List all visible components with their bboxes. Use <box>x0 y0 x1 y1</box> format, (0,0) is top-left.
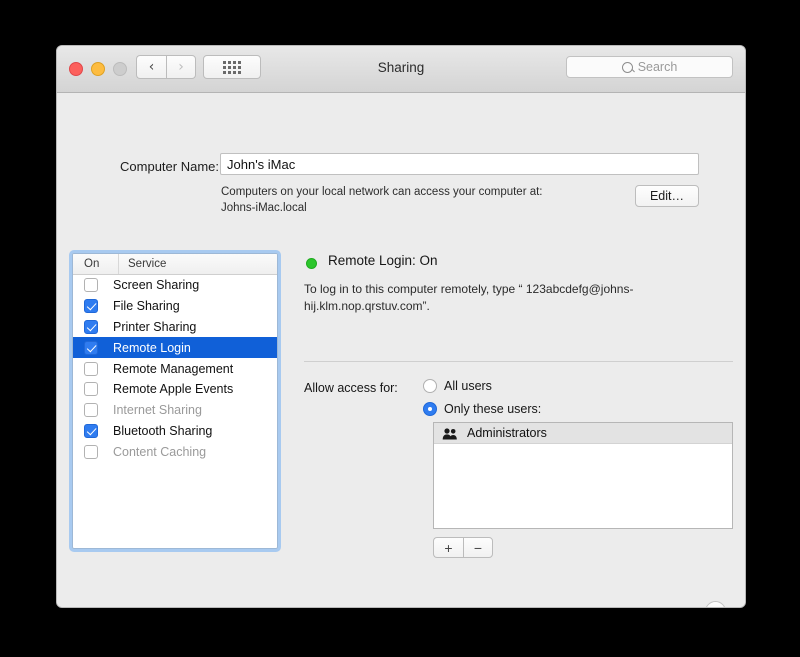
service-checkbox[interactable] <box>84 403 98 417</box>
back-button[interactable]: ‹ <box>136 55 166 79</box>
service-row[interactable]: Printer Sharing <box>73 317 277 338</box>
allow-access-label: Allow access for: <box>304 381 398 395</box>
service-row-label: Remote Apple Events <box>113 382 233 396</box>
radio-all-users-icon <box>423 379 437 393</box>
service-status-text: Remote Login: On <box>328 253 438 268</box>
service-row-label: Remote Management <box>113 362 233 376</box>
users-add-remove-buttons: + − <box>433 537 493 558</box>
service-checkbox[interactable] <box>84 362 98 376</box>
search-field[interactable]: Search <box>566 56 733 78</box>
remove-user-button[interactable]: − <box>463 537 493 558</box>
status-indicator-icon <box>306 258 317 269</box>
help-button[interactable]: ? <box>705 601 726 608</box>
radio-all-users-label: All users <box>444 379 492 393</box>
service-row-label: File Sharing <box>113 299 180 313</box>
service-row[interactable]: Internet Sharing <box>73 400 277 421</box>
service-checkbox[interactable] <box>84 424 98 438</box>
service-row[interactable]: Bluetooth Sharing <box>73 421 277 442</box>
radio-only-these-users-label: Only these users: <box>444 402 541 416</box>
service-description: To log in to this computer remotely, typ… <box>304 281 676 315</box>
search-icon <box>622 62 633 73</box>
service-checkbox[interactable] <box>84 445 98 459</box>
computer-name-label: Computer Name: <box>99 159 219 174</box>
minimize-button-icon[interactable] <box>91 62 105 76</box>
edit-button[interactable]: Edit… <box>635 185 699 207</box>
computer-name-note-line1: Computers on your local network can acce… <box>221 184 641 200</box>
service-checkbox[interactable] <box>84 299 98 313</box>
window-titlebar: ‹ › Sharing Search <box>57 46 745 93</box>
computer-name-note: Computers on your local network can acce… <box>221 184 641 216</box>
user-list-item-label: Administrators <box>467 426 547 440</box>
service-row[interactable]: Remote Management <box>73 358 277 379</box>
radio-only-these-users-icon <box>423 402 437 416</box>
add-user-button[interactable]: + <box>433 537 463 558</box>
preferences-body: Computer Name: Computers on your local n… <box>57 93 745 607</box>
service-row-label: Bluetooth Sharing <box>113 424 212 438</box>
search-placeholder: Search <box>638 60 678 74</box>
chevron-right-icon: › <box>178 60 184 74</box>
show-all-preferences-button[interactable] <box>203 55 261 79</box>
service-row[interactable]: File Sharing <box>73 296 277 317</box>
user-list-item[interactable]: Administrators <box>434 423 732 444</box>
grid-icon <box>223 61 241 74</box>
service-row-label: Printer Sharing <box>113 320 196 334</box>
section-divider <box>304 361 733 362</box>
service-checkbox[interactable] <box>84 278 98 292</box>
service-list-focus-ring: On Service Screen Sharing File Sharing Pri… <box>69 250 281 552</box>
service-row-label: Internet Sharing <box>113 403 202 417</box>
chevron-left-icon: ‹ <box>149 60 155 74</box>
service-checkbox[interactable] <box>84 341 98 355</box>
service-row[interactable]: Remote Login <box>73 337 277 358</box>
service-row-label: Content Caching <box>113 445 206 459</box>
column-header-service: Service <box>119 254 166 274</box>
service-row[interactable]: Remote Apple Events <box>73 379 277 400</box>
column-header-on: On <box>73 254 119 274</box>
close-button-icon[interactable] <box>69 62 83 76</box>
service-list-header: On Service <box>73 254 277 275</box>
service-checkbox[interactable] <box>84 320 98 334</box>
radio-only-these-users[interactable]: Only these users: <box>423 402 541 416</box>
preferences-window: ‹ › Sharing Search Computer Name: Comput… <box>56 45 746 608</box>
service-row[interactable]: Screen Sharing <box>73 275 277 296</box>
radio-all-users[interactable]: All users <box>423 379 492 393</box>
service-row-label: Remote Login <box>113 341 191 355</box>
traffic-lights <box>69 62 127 76</box>
user-rows: Administrators <box>434 423 732 444</box>
zoom-button-icon[interactable] <box>113 62 127 76</box>
forward-button[interactable]: › <box>166 55 196 79</box>
service-row[interactable]: Content Caching <box>73 441 277 462</box>
computer-name-note-line2: Johns-iMac.local <box>221 200 641 216</box>
computer-name-input[interactable] <box>220 153 699 175</box>
service-list[interactable]: On Service Screen Sharing File Sharing Pri… <box>72 253 278 549</box>
group-icon <box>442 427 458 440</box>
navigation-buttons: ‹ › <box>136 55 196 79</box>
service-checkbox[interactable] <box>84 382 98 396</box>
allowed-users-list[interactable]: Administrators <box>433 422 733 529</box>
service-rows: Screen Sharing File Sharing Printer Sharin… <box>73 275 277 462</box>
service-row-label: Screen Sharing <box>113 278 199 292</box>
